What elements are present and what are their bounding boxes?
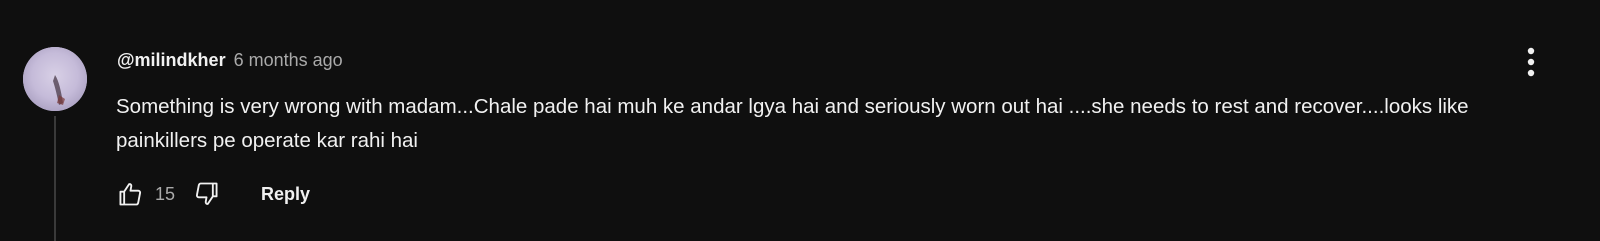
author-name[interactable]: @milindkher [117, 50, 226, 71]
thumbs-down-icon [195, 182, 218, 205]
comment-timestamp[interactable]: 6 months ago [234, 50, 343, 71]
like-count: 15 [155, 183, 176, 204]
like-button[interactable] [112, 176, 148, 212]
thread-line [54, 116, 56, 241]
comment-menu-button[interactable] [1513, 42, 1549, 82]
avatar-image [23, 47, 87, 111]
reply-button[interactable]: Reply [261, 184, 310, 205]
dislike-button[interactable] [189, 176, 225, 212]
avatar[interactable] [23, 47, 87, 111]
thumbs-up-icon [119, 183, 142, 206]
comment-actions: 15 Reply [112, 176, 310, 212]
more-vert-icon [1527, 47, 1535, 77]
comment-thread: @milindkher 6 months ago Something is ve… [0, 0, 1600, 241]
comment-text: Something is very wrong with madam...Cha… [116, 95, 1469, 152]
comment-header: @milindkher 6 months ago [117, 50, 343, 76]
